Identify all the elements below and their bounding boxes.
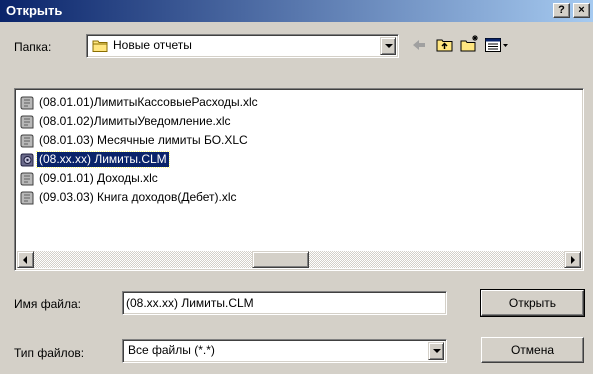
chevron-down-icon bbox=[433, 349, 441, 353]
up-folder-icon[interactable] bbox=[436, 36, 454, 56]
file-name: (08.01.03) Месячные лимиты БО.XLC bbox=[39, 133, 248, 147]
scroll-thumb[interactable] bbox=[252, 251, 309, 268]
folder-dropdown-button[interactable] bbox=[380, 37, 396, 55]
view-menu-icon[interactable] bbox=[484, 37, 510, 56]
file-list[interactable]: (08.01.01)ЛимитыКассовыеРасходы.xlc (08.… bbox=[14, 88, 584, 271]
back-arrow-icon[interactable] bbox=[411, 37, 427, 56]
file-name: (09.01.01) Доходы.xlc bbox=[39, 171, 158, 185]
filetype-label: Тип файлов: bbox=[14, 346, 85, 360]
title-bar[interactable]: Открыть ? × bbox=[0, 0, 593, 22]
file-name: (09.03.03) Книга доходов(Дебет).xlc bbox=[39, 190, 237, 204]
folder-label: Папка: bbox=[14, 40, 52, 54]
chevron-down-icon bbox=[385, 44, 393, 48]
arrow-left-icon bbox=[23, 256, 27, 264]
filetype-combo[interactable]: Все файлы (*.*) bbox=[122, 339, 447, 363]
file-name: (08.01.01)ЛимитыКассовыеРасходы.xlc bbox=[39, 95, 258, 109]
horizontal-scrollbar[interactable] bbox=[17, 251, 581, 268]
folder-icon bbox=[92, 39, 110, 56]
help-button[interactable]: ? bbox=[553, 3, 570, 18]
gear-scroll-icon bbox=[19, 152, 36, 168]
filename-input[interactable] bbox=[126, 295, 438, 311]
window-title: Открыть bbox=[6, 3, 63, 18]
scroll-left-button[interactable] bbox=[17, 251, 34, 268]
script-scroll-icon bbox=[19, 114, 36, 130]
script-scroll-icon bbox=[19, 190, 36, 206]
cancel-button[interactable]: Отмена bbox=[481, 337, 584, 363]
script-scroll-icon bbox=[19, 133, 36, 149]
new-folder-icon[interactable] bbox=[460, 34, 480, 56]
filetype-dropdown-button[interactable] bbox=[428, 342, 444, 360]
folder-combo[interactable]: Новые отчеты bbox=[86, 34, 399, 58]
close-button[interactable]: × bbox=[573, 3, 590, 18]
folder-value: Новые отчеты bbox=[113, 38, 192, 52]
filetype-value: Все файлы (*.*) bbox=[128, 343, 215, 357]
script-scroll-icon bbox=[19, 95, 36, 111]
scroll-right-button[interactable] bbox=[564, 251, 581, 268]
file-name: (08.xx.xx) Лимиты.CLM bbox=[36, 151, 170, 168]
script-scroll-icon bbox=[19, 171, 36, 187]
open-button[interactable]: Открыть bbox=[480, 289, 585, 317]
arrow-right-icon bbox=[571, 256, 575, 264]
file-name: (08.01.02)ЛимитыУведомление.xlc bbox=[39, 114, 231, 128]
filename-label: Имя файла: bbox=[14, 297, 81, 311]
filename-field[interactable] bbox=[122, 291, 447, 315]
